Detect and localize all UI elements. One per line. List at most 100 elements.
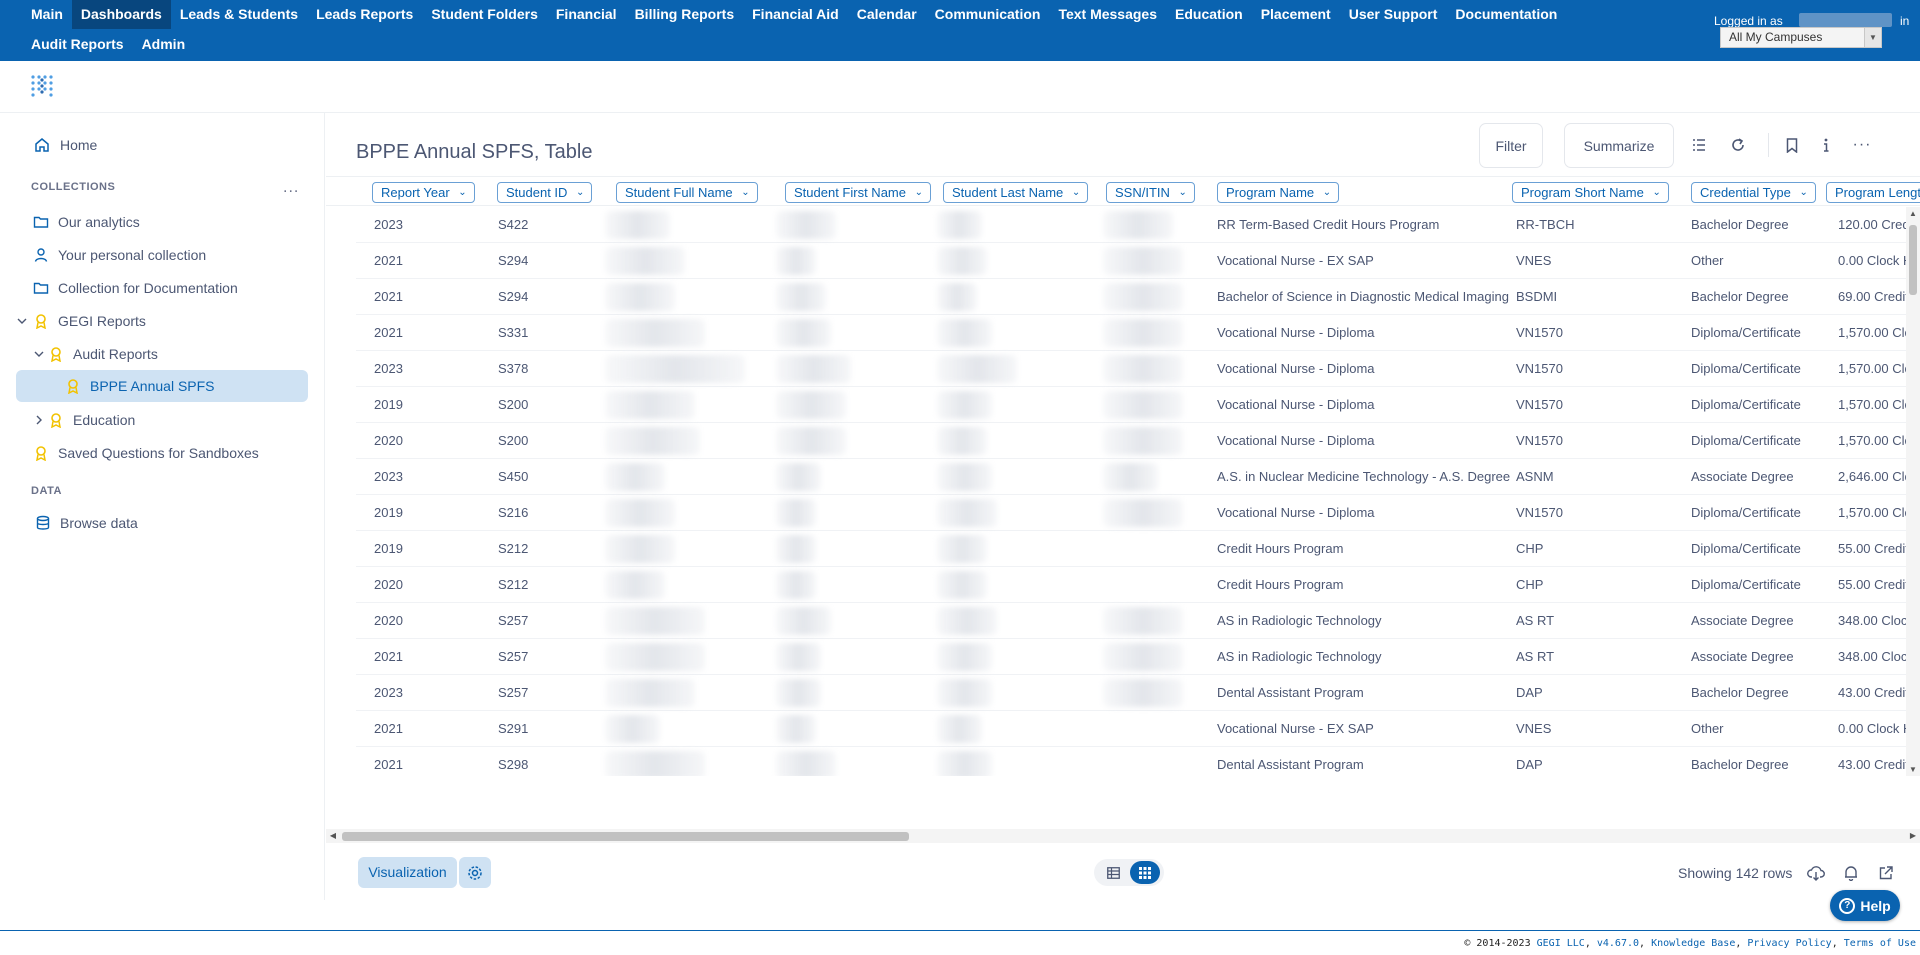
sidebar-item-gegi-reports[interactable]: GEGI Reports: [16, 305, 146, 337]
bookmark-icon[interactable]: [1782, 135, 1802, 155]
sidebar-item-saved-questions[interactable]: Saved Questions for Sandboxes: [33, 437, 259, 469]
cell-credential-type: Diploma/Certificate: [1691, 577, 1801, 592]
folder-icon: [33, 216, 49, 228]
horizontal-scrollbar[interactable]: ◀ ▶: [326, 829, 1920, 843]
column-header-student-last-name[interactable]: Student Last Name ⌄: [943, 182, 1089, 203]
redacted-cell: [1103, 607, 1183, 635]
campus-select[interactable]: All My Campuses ▼: [1720, 27, 1882, 48]
sidebar-item-audit-reports[interactable]: Audit Reports: [33, 338, 158, 370]
sidebar-item-our-analytics[interactable]: Our analytics: [33, 206, 140, 238]
vertical-scroll-thumb[interactable]: [1909, 225, 1917, 295]
horizontal-scroll-thumb[interactable]: [342, 832, 909, 841]
refresh-icon[interactable]: [1728, 135, 1748, 155]
chevron-down-icon[interactable]: [33, 348, 45, 360]
cell-credential-type: Bachelor Degree: [1691, 757, 1789, 772]
table-row: 2023 S378 Vocational Nurse - Diploma VN1570…: [356, 351, 1920, 387]
chevron-down-icon[interactable]: [16, 315, 28, 327]
metabase-logo-icon[interactable]: [29, 71, 57, 99]
table-row: 2020 S200 Vocational Nurse - Diploma VN1570…: [356, 423, 1920, 459]
sidebar-item-personal-collection[interactable]: Your personal collection: [33, 239, 206, 271]
nav-item-billing-reports[interactable]: Billing Reports: [626, 0, 744, 29]
redacted-cell: [937, 643, 992, 671]
column-header-program-name[interactable]: Program Name ⌄: [1217, 182, 1340, 203]
column-header-ssn-itin[interactable]: SSN/ITIN ⌄: [1106, 182, 1195, 203]
nav-item-financial-aid[interactable]: Financial Aid: [743, 0, 848, 29]
nav-item-leads-students[interactable]: Leads & Students: [171, 0, 307, 29]
redacted-cell: [605, 427, 700, 455]
knowledge-base-link[interactable]: Knowledge Base: [1651, 938, 1735, 949]
share-external-icon[interactable]: [1876, 863, 1896, 883]
column-header-report-year[interactable]: Report Year ⌄: [372, 182, 475, 203]
sidebar-item-collection-documentation[interactable]: Collection for Documentation: [33, 272, 238, 304]
version-link[interactable]: v4.67.0: [1597, 938, 1639, 949]
column-header-student-first-name[interactable]: Student First Name ⌄: [785, 182, 931, 203]
more-options-icon[interactable]: ···: [1852, 135, 1872, 155]
download-icon[interactable]: [1806, 863, 1826, 883]
nav-item-communication[interactable]: Communication: [926, 0, 1050, 29]
redacted-cell: [605, 283, 675, 311]
notebook-editor-icon[interactable]: [1689, 135, 1709, 155]
sidebar-item-bppe-annual-spfs[interactable]: BPPE Annual SPFS: [16, 370, 308, 402]
nav-item-dashboards[interactable]: Dashboards: [71, 0, 171, 29]
column-header-label: Program Short Name: [1521, 185, 1644, 200]
vertical-scrollbar[interactable]: ▲ ▼: [1906, 207, 1920, 776]
sidebar-item-label: Collection for Documentation: [58, 280, 238, 296]
cell-report-year: 2020: [374, 577, 403, 592]
redacted-cell: [776, 427, 846, 455]
sidebar-item-education[interactable]: Education: [33, 404, 135, 436]
column-header-credential-type[interactable]: Credential Type ⌄: [1691, 182, 1816, 203]
redacted-cell: [1103, 391, 1183, 419]
nav-item-user-support[interactable]: User Support: [1340, 0, 1447, 29]
column-header-program-length[interactable]: Program Length⌄: [1826, 182, 1920, 203]
nav-item-student-folders[interactable]: Student Folders: [422, 0, 547, 29]
bell-icon[interactable]: [1841, 863, 1861, 883]
scroll-down-arrow[interactable]: ▼: [1906, 763, 1920, 776]
column-header-program-short-name[interactable]: Program Short Name ⌄: [1512, 182, 1669, 203]
redacted-cell: [776, 247, 816, 275]
cell-student-id: S257: [498, 613, 529, 628]
redacted-username: [1799, 13, 1892, 27]
chevron-down-icon: ⌄: [1178, 187, 1187, 198]
nav-item-education[interactable]: Education: [1166, 0, 1252, 29]
nav-item-placement[interactable]: Placement: [1252, 0, 1340, 29]
help-label: Help: [1860, 897, 1891, 914]
nav-item-documentation[interactable]: Documentation: [1446, 0, 1566, 29]
scroll-right-arrow[interactable]: ▶: [1906, 829, 1920, 843]
visualization-settings-button[interactable]: [459, 857, 491, 888]
sidebar-item-browse-data[interactable]: Browse data: [35, 507, 138, 539]
column-header-student-id[interactable]: Student ID ⌄: [497, 182, 593, 203]
cell-program-short-name: DAP: [1516, 685, 1543, 700]
nav-item-main[interactable]: Main: [22, 0, 72, 29]
scroll-left-arrow[interactable]: ◀: [326, 829, 340, 843]
sidebar-item-home[interactable]: Home: [34, 129, 97, 161]
redacted-cell: [776, 535, 816, 563]
collections-more-button[interactable]: ...: [283, 179, 299, 197]
nav-item-financial[interactable]: Financial: [547, 0, 626, 29]
chevron-down-icon: ⌄: [458, 187, 467, 198]
info-icon[interactable]: [1816, 135, 1836, 155]
cell-student-id: S422: [498, 217, 529, 232]
summarize-button[interactable]: Summarize: [1564, 123, 1674, 168]
column-header-student-full-name[interactable]: Student Full Name ⌄: [616, 182, 758, 203]
nav-item-audit-reports[interactable]: Audit Reports: [22, 30, 133, 59]
terms-of-use-link[interactable]: Terms of Use: [1844, 938, 1916, 949]
table-view-button[interactable]: [1098, 861, 1128, 884]
filter-button[interactable]: Filter: [1479, 123, 1543, 168]
company-link[interactable]: GEGI LLC: [1537, 938, 1585, 949]
redacted-cell: [937, 247, 987, 275]
scroll-up-arrow[interactable]: ▲: [1906, 207, 1920, 221]
grid-view-button[interactable]: [1130, 861, 1160, 884]
chevron-right-icon[interactable]: [33, 414, 45, 426]
nav-item-text-messages[interactable]: Text Messages: [1049, 0, 1166, 29]
nav-item-calendar[interactable]: Calendar: [848, 0, 926, 29]
privacy-policy-link[interactable]: Privacy Policy: [1747, 938, 1831, 949]
cell-report-year: 2021: [374, 757, 403, 772]
nav-item-leads-reports[interactable]: Leads Reports: [307, 0, 422, 29]
nav-item-admin[interactable]: Admin: [133, 30, 195, 59]
cell-credential-type: Other: [1691, 721, 1724, 736]
visualization-button[interactable]: Visualization: [358, 857, 457, 888]
help-button[interactable]: ? Help: [1830, 890, 1900, 921]
redacted-cell: [776, 499, 816, 527]
cell-program-short-name: VN1570: [1516, 433, 1563, 448]
redacted-cell: [1103, 247, 1183, 275]
